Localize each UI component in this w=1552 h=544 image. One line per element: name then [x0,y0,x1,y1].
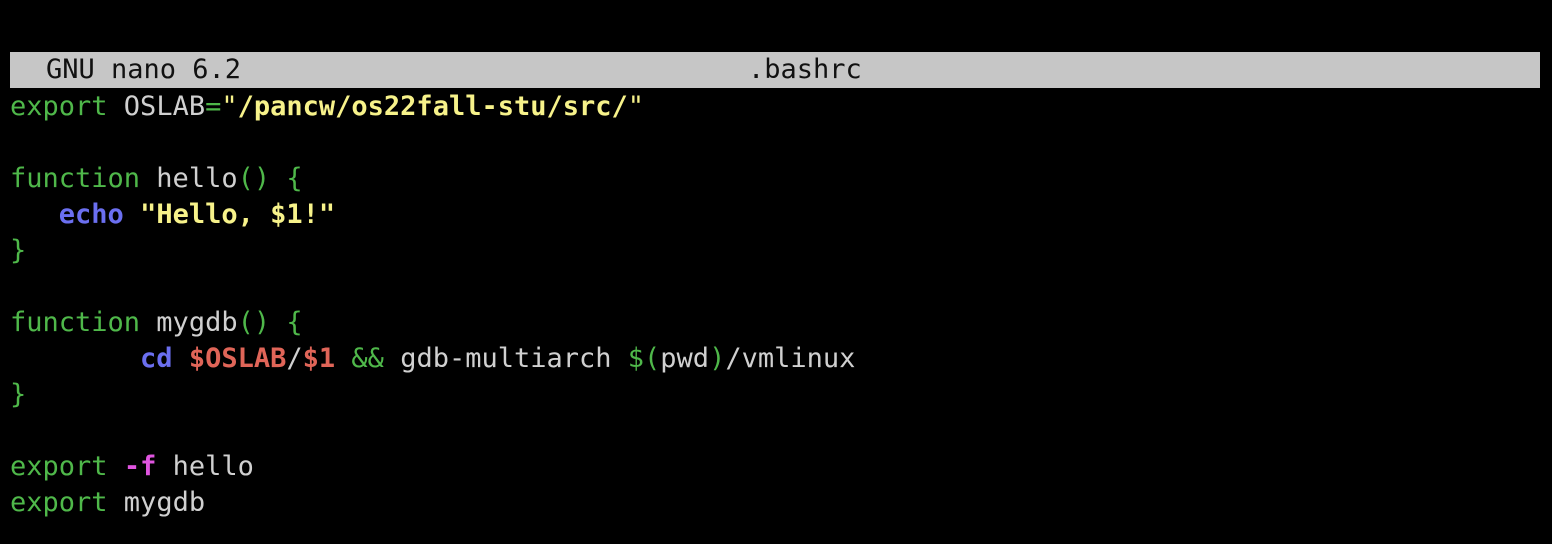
path-rest: /vmlinux [725,343,856,374]
code-line-6[interactable] [10,269,1540,305]
variable-oslab: $OSLAB [188,343,287,374]
code-line-11[interactable]: export -f hello [10,449,1540,485]
function-name: mygdb [107,487,206,518]
close-brace: } [10,235,27,266]
code-line-9[interactable]: } [10,377,1540,413]
and-operator: && [335,343,384,374]
code-line-2[interactable] [10,125,1540,161]
keyword-function: function [10,307,141,338]
string-literal: "Hello, $1!" [140,199,336,230]
function-name: hello [156,451,254,482]
function-name: mygdb [140,307,238,338]
code-line-3[interactable]: function hello() { [10,161,1540,197]
code-line-4[interactable]: echo "Hello, $1!" [10,197,1540,233]
code-line-7[interactable]: function mygdb() { [10,305,1540,341]
close-brace: } [10,379,27,410]
code-line-10[interactable] [10,413,1540,449]
flag-f: -f [123,451,157,482]
subst-close: ) [709,343,726,374]
keyword-export: export [10,487,108,518]
command-name: gdb-multiarch [383,343,628,374]
variable-arg1: $1 [302,343,336,374]
path-separator: / [286,343,303,374]
editor-buffer[interactable]: export OSLAB="/pancw/os22fall-stu/src/" … [10,89,1540,521]
open-quote: " [221,91,238,122]
keyword-export: export [10,91,108,122]
parens: () [237,163,271,194]
builtin-echo: echo [58,199,124,230]
builtin-cd: cd [140,343,173,374]
open-brace: { [270,163,303,194]
keyword-export: export [10,451,108,482]
close-quote: " [627,91,645,122]
code-line-1[interactable]: export OSLAB="/pancw/os22fall-stu/src/" [10,89,1540,125]
function-name: hello [140,163,238,194]
code-line-5[interactable]: } [10,233,1540,269]
editor-version: GNU nano 6.2 [46,54,242,85]
subst-open: $( [627,343,661,374]
assign-operator: = [205,91,222,122]
variable-name: OSLAB [107,91,206,122]
parens: () [237,307,271,338]
keyword-function: function [10,163,141,194]
code-line-12[interactable]: export mygdb [10,485,1540,521]
code-line-8[interactable]: cd $OSLAB/$1 && gdb-multiarch $(pwd)/vml… [10,341,1540,377]
open-brace: { [270,307,303,338]
nano-title-bar: GNU nano 6.2 .bashrc [10,52,1540,88]
file-name: .bashrc [748,54,862,85]
string-value: /pancw/os22fall-stu/src/ [237,91,628,122]
pwd-command: pwd [660,343,710,374]
